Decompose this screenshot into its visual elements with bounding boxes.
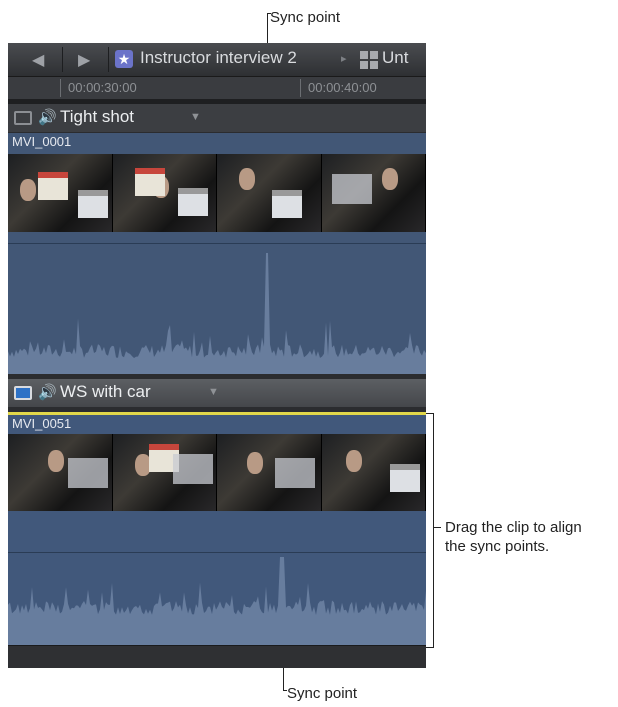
video-audio-divider — [8, 243, 426, 244]
toolbar-divider — [62, 47, 63, 72]
timecode-label: 00:00:40:00 — [308, 80, 377, 95]
project-title-secondary[interactable]: Unt — [382, 48, 408, 68]
breadcrumb-arrow-icon: ▸ — [341, 53, 347, 65]
angle-name: WS with car — [60, 382, 151, 401]
back-icon[interactable]: ◀ — [32, 50, 44, 70]
timecode-label: 00:00:30:00 — [68, 80, 137, 95]
timeline-bottom-bar — [8, 645, 426, 668]
drag-instruction-line2: the sync points. — [445, 538, 550, 555]
clip-mvi-0001[interactable]: MVI_0001 — [8, 133, 426, 374]
speaker-icon[interactable]: 🔊 — [38, 383, 57, 401]
angle-header-ws-with-car[interactable]: 🔊 WS with car ▼ — [8, 379, 426, 407]
forward-icon[interactable]: ▶ — [78, 50, 90, 70]
ruler-tick — [300, 79, 301, 97]
clip-mvi-0051[interactable]: MVI_0051 — [8, 415, 426, 645]
grid-icon — [360, 51, 378, 69]
filmstrip — [8, 154, 426, 232]
toolbar-divider — [108, 47, 109, 72]
monitor-icon[interactable] — [14, 386, 32, 400]
clip-name: MVI_0051 — [12, 416, 72, 431]
project-title[interactable]: Instructor interview 2 — [140, 48, 297, 68]
chevron-down-icon[interactable]: ▼ — [190, 111, 201, 123]
chevron-down-icon[interactable]: ▼ — [208, 386, 219, 398]
angle-name: Tight shot — [60, 107, 135, 126]
star-icon: ★ — [115, 50, 133, 68]
video-thumbnail — [217, 434, 322, 511]
video-thumbnail — [321, 154, 426, 232]
video-thumbnail — [8, 154, 113, 232]
video-thumbnail — [112, 434, 217, 511]
ruler-tick — [60, 79, 61, 97]
sync-point-leader-bottom-tick — [283, 690, 287, 691]
video-thumbnail — [217, 154, 322, 232]
audio-waveform — [8, 557, 426, 645]
video-thumbnail — [8, 434, 113, 511]
monitor-icon[interactable] — [14, 111, 32, 125]
clip-bracket — [426, 413, 434, 648]
timeline-window: ◀ ▶ ★ Instructor interview 2 ▸ Unt 00:00… — [8, 43, 426, 668]
timeline-toolbar: ◀ ▶ ★ Instructor interview 2 ▸ Unt — [8, 43, 426, 77]
sync-point-leader-top-tick — [267, 13, 271, 14]
clip-name: MVI_0001 — [12, 134, 72, 149]
video-audio-divider — [8, 552, 426, 553]
audio-waveform — [8, 253, 426, 374]
speaker-icon[interactable]: 🔊 — [38, 108, 57, 126]
filmstrip — [8, 434, 426, 511]
drag-instruction-line1: Drag the clip to align — [445, 519, 582, 536]
video-thumbnail — [112, 154, 217, 232]
timecode-ruler[interactable]: 00:00:30:00 00:00:40:00 — [8, 77, 426, 99]
sync-point-label-top: Sync point — [270, 9, 341, 26]
video-thumbnail — [321, 434, 426, 511]
angle-header-tight-shot[interactable]: 🔊 Tight shot ▼ — [8, 104, 426, 132]
sync-point-label-bottom: Sync point — [287, 685, 358, 702]
clip-bracket-leader — [433, 527, 441, 528]
